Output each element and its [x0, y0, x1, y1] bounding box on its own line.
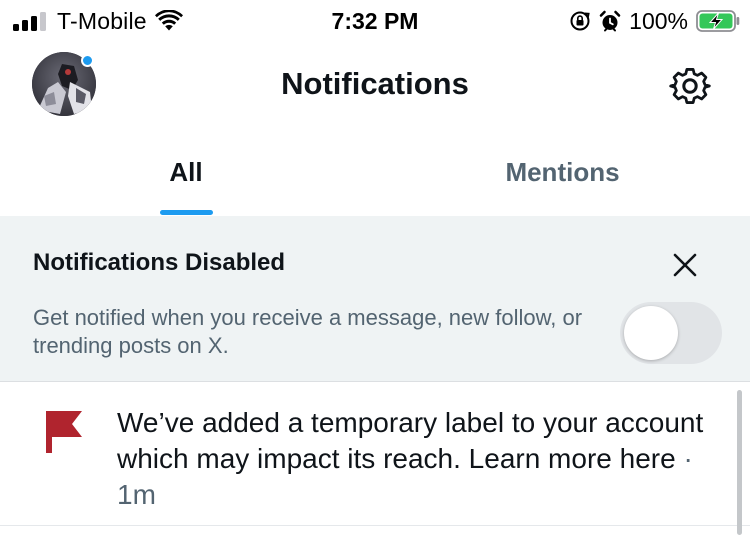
tab-mentions[interactable]: Mentions [375, 130, 750, 216]
tab-bar: All Mentions [0, 130, 750, 216]
notification-separator: · [683, 443, 693, 474]
notification-time: 1m [117, 479, 156, 510]
active-tab-indicator [160, 210, 213, 215]
banner-description: Get notified when you receive a message,… [33, 305, 583, 358]
toggle-knob [624, 306, 678, 360]
notification-text[interactable]: We’ve added a temporary label to your ac… [117, 405, 729, 513]
orientation-lock-icon [570, 11, 590, 31]
page-title: Notifications [281, 66, 469, 101]
flag-icon [46, 411, 82, 453]
notification-item[interactable]: We’ve added a temporary label to your ac… [0, 383, 750, 526]
notification-message: We’ve added a temporary label to your ac… [117, 407, 704, 474]
tab-all[interactable]: All [0, 130, 375, 216]
tab-all-label: All [169, 157, 203, 187]
header: Notifications [0, 42, 750, 130]
battery-charging-icon [696, 10, 740, 32]
scrollbar[interactable] [737, 390, 742, 535]
notifications-disabled-banner: Notifications Disabled Get notified when… [0, 216, 750, 382]
status-right: 100% [569, 6, 740, 36]
tab-mentions-label: Mentions [505, 157, 620, 187]
close-icon[interactable] [670, 250, 700, 280]
banner-title: Notifications Disabled [33, 249, 286, 276]
push-notifications-toggle[interactable] [620, 302, 722, 364]
alarm-icon [599, 10, 621, 32]
battery-percentage: 100% [629, 7, 688, 34]
status-bar: T-Mobile 7:32 PM 100% [0, 0, 750, 42]
gear-icon[interactable] [666, 62, 714, 110]
